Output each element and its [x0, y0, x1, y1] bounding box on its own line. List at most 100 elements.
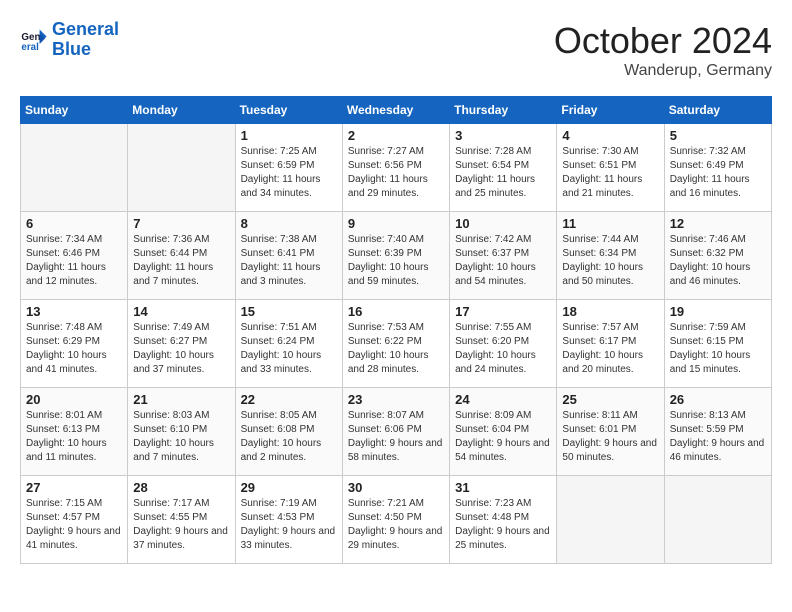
calendar-cell: 7 Sunrise: 7:36 AMSunset: 6:44 PMDaylight… [128, 212, 235, 300]
day-info: Sunrise: 7:19 AMSunset: 4:53 PMDaylight:… [241, 497, 337, 553]
day-number: 5 [670, 128, 766, 143]
calendar-cell: 2Sunrise: 7:27 AMSunset: 6:56 PMDaylight… [342, 124, 449, 212]
calendar-header-row: SundayMondayTuesdayWednesdayThursdayFrid… [21, 97, 772, 124]
day-info: Sunrise: 8:03 AMSunset: 6:10 PMDaylight:… [133, 409, 229, 465]
page-header: Gen eral General Blue October 2024 Wande… [20, 20, 772, 80]
calendar-cell: 26 Sunrise: 8:13 AMSunset: 5:59 PMDayligh… [664, 388, 771, 476]
calendar-cell: 31Sunrise: 7:23 AMSunset: 4:48 PMDayligh… [450, 476, 557, 564]
day-info: Sunrise: 7:48 AMSunset: 6:29 PMDaylight:… [26, 321, 122, 377]
day-number: 4 [562, 128, 658, 143]
weekday-header: Wednesday [342, 97, 449, 124]
calendar-cell: 27 Sunrise: 7:15 AMSunset: 4:57 PMDayligh… [21, 476, 128, 564]
weekday-header: Saturday [664, 97, 771, 124]
day-number: 12 [670, 216, 766, 231]
day-info: Sunrise: 7:36 AMSunset: 6:44 PMDaylight:… [133, 233, 229, 289]
calendar-cell: 1 Sunrise: 7:25 AMSunset: 6:59 PMDaylight… [235, 124, 342, 212]
calendar-week-row: 6Sunrise: 7:34 AMSunset: 6:46 PMDaylight… [21, 212, 772, 300]
day-info: Sunrise: 8:09 AMSunset: 6:04 PMDaylight:… [455, 409, 551, 465]
calendar-cell [21, 124, 128, 212]
day-info: Sunrise: 8:07 AMSunset: 6:06 PMDaylight:… [348, 409, 444, 465]
day-number: 13 [26, 304, 122, 319]
calendar-cell [557, 476, 664, 564]
day-number: 17 [455, 304, 551, 319]
day-info: Sunrise: 7:59 AMSunset: 6:15 PMDaylight:… [670, 321, 766, 377]
day-number: 22 [241, 392, 337, 407]
calendar-cell: 30Sunrise: 7:21 AMSunset: 4:50 PMDayligh… [342, 476, 449, 564]
day-info: Sunrise: 7:30 AMSunset: 6:51 PMDaylight:… [562, 145, 658, 201]
day-info: Sunrise: 7:51 AMSunset: 6:24 PMDaylight:… [241, 321, 337, 377]
day-info: Sunrise: 7:49 AMSunset: 6:27 PMDaylight:… [133, 321, 229, 377]
day-info: Sunrise: 7:15 AMSunset: 4:57 PMDaylight:… [26, 497, 122, 553]
calendar-cell: 9Sunrise: 7:40 AMSunset: 6:39 PMDaylight… [342, 212, 449, 300]
day-info: Sunrise: 8:01 AMSunset: 6:13 PMDaylight:… [26, 409, 122, 465]
calendar-cell: 4 Sunrise: 7:30 AMSunset: 6:51 PMDaylight… [557, 124, 664, 212]
day-info: Sunrise: 8:05 AMSunset: 6:08 PMDaylight:… [241, 409, 337, 465]
calendar-cell: 29Sunrise: 7:19 AMSunset: 4:53 PMDayligh… [235, 476, 342, 564]
day-number: 23 [348, 392, 444, 407]
day-info: Sunrise: 7:23 AMSunset: 4:48 PMDaylight:… [455, 497, 551, 553]
calendar-cell: 22 Sunrise: 8:05 AMSunset: 6:08 PMDayligh… [235, 388, 342, 476]
day-number: 7 [133, 216, 229, 231]
day-info: Sunrise: 7:53 AMSunset: 6:22 PMDaylight:… [348, 321, 444, 377]
day-info: Sunrise: 7:44 AMSunset: 6:34 PMDaylight:… [562, 233, 658, 289]
calendar-cell: 18 Sunrise: 7:57 AMSunset: 6:17 PMDayligh… [557, 300, 664, 388]
day-number: 18 [562, 304, 658, 319]
calendar-cell: 17Sunrise: 7:55 AMSunset: 6:20 PMDayligh… [450, 300, 557, 388]
day-info: Sunrise: 8:11 AMSunset: 6:01 PMDaylight:… [562, 409, 658, 465]
title-block: October 2024 Wanderup, Germany [554, 20, 772, 80]
logo-text-line1: General [52, 20, 119, 40]
calendar-cell: 6Sunrise: 7:34 AMSunset: 6:46 PMDaylight… [21, 212, 128, 300]
day-number: 9 [348, 216, 444, 231]
calendar-cell: 15 Sunrise: 7:51 AMSunset: 6:24 PMDayligh… [235, 300, 342, 388]
calendar-cell: 8 Sunrise: 7:38 AMSunset: 6:41 PMDaylight… [235, 212, 342, 300]
calendar-cell: 19 Sunrise: 7:59 AMSunset: 6:15 PMDayligh… [664, 300, 771, 388]
calendar-cell: 16 Sunrise: 7:53 AMSunset: 6:22 PMDayligh… [342, 300, 449, 388]
calendar-table: SundayMondayTuesdayWednesdayThursdayFrid… [20, 96, 772, 564]
calendar-cell [664, 476, 771, 564]
svg-text:eral: eral [21, 42, 39, 53]
calendar-cell: 24 Sunrise: 8:09 AMSunset: 6:04 PMDayligh… [450, 388, 557, 476]
calendar-cell: 23 Sunrise: 8:07 AMSunset: 6:06 PMDayligh… [342, 388, 449, 476]
calendar-week-row: 13 Sunrise: 7:48 AMSunset: 6:29 PMDayligh… [21, 300, 772, 388]
day-info: Sunrise: 7:17 AMSunset: 4:55 PMDaylight:… [133, 497, 229, 553]
weekday-header: Thursday [450, 97, 557, 124]
day-number: 21 [133, 392, 229, 407]
day-info: Sunrise: 7:38 AMSunset: 6:41 PMDaylight:… [241, 233, 337, 289]
day-info: Sunrise: 7:57 AMSunset: 6:17 PMDaylight:… [562, 321, 658, 377]
day-info: Sunrise: 7:28 AMSunset: 6:54 PMDaylight:… [455, 145, 551, 201]
day-number: 2 [348, 128, 444, 143]
day-info: Sunrise: 8:13 AMSunset: 5:59 PMDaylight:… [670, 409, 766, 465]
day-number: 25 [562, 392, 658, 407]
calendar-cell: 3 Sunrise: 7:28 AMSunset: 6:54 PMDaylight… [450, 124, 557, 212]
weekday-header: Sunday [21, 97, 128, 124]
day-number: 26 [670, 392, 766, 407]
calendar-cell: 14 Sunrise: 7:49 AMSunset: 6:27 PMDayligh… [128, 300, 235, 388]
day-number: 10 [455, 216, 551, 231]
day-number: 6 [26, 216, 122, 231]
day-number: 14 [133, 304, 229, 319]
day-number: 28 [133, 480, 229, 495]
day-number: 27 [26, 480, 122, 495]
logo: Gen eral General Blue [20, 20, 119, 60]
calendar-cell: 13 Sunrise: 7:48 AMSunset: 6:29 PMDayligh… [21, 300, 128, 388]
calendar-week-row: 27 Sunrise: 7:15 AMSunset: 4:57 PMDayligh… [21, 476, 772, 564]
day-number: 20 [26, 392, 122, 407]
weekday-header: Friday [557, 97, 664, 124]
day-number: 19 [670, 304, 766, 319]
day-info: Sunrise: 7:25 AMSunset: 6:59 PMDaylight:… [241, 145, 337, 201]
day-number: 1 [241, 128, 337, 143]
calendar-cell [128, 124, 235, 212]
weekday-header: Monday [128, 97, 235, 124]
day-number: 3 [455, 128, 551, 143]
day-number: 15 [241, 304, 337, 319]
day-number: 16 [348, 304, 444, 319]
logo-icon: Gen eral [20, 26, 48, 54]
day-number: 8 [241, 216, 337, 231]
day-number: 24 [455, 392, 551, 407]
calendar-cell: 11Sunrise: 7:44 AMSunset: 6:34 PMDayligh… [557, 212, 664, 300]
calendar-cell: 28 Sunrise: 7:17 AMSunset: 4:55 PMDayligh… [128, 476, 235, 564]
month-title: October 2024 [554, 20, 772, 62]
calendar-cell: 20 Sunrise: 8:01 AMSunset: 6:13 PMDayligh… [21, 388, 128, 476]
calendar-cell: 21 Sunrise: 8:03 AMSunset: 6:10 PMDayligh… [128, 388, 235, 476]
day-info: Sunrise: 7:42 AMSunset: 6:37 PMDaylight:… [455, 233, 551, 289]
